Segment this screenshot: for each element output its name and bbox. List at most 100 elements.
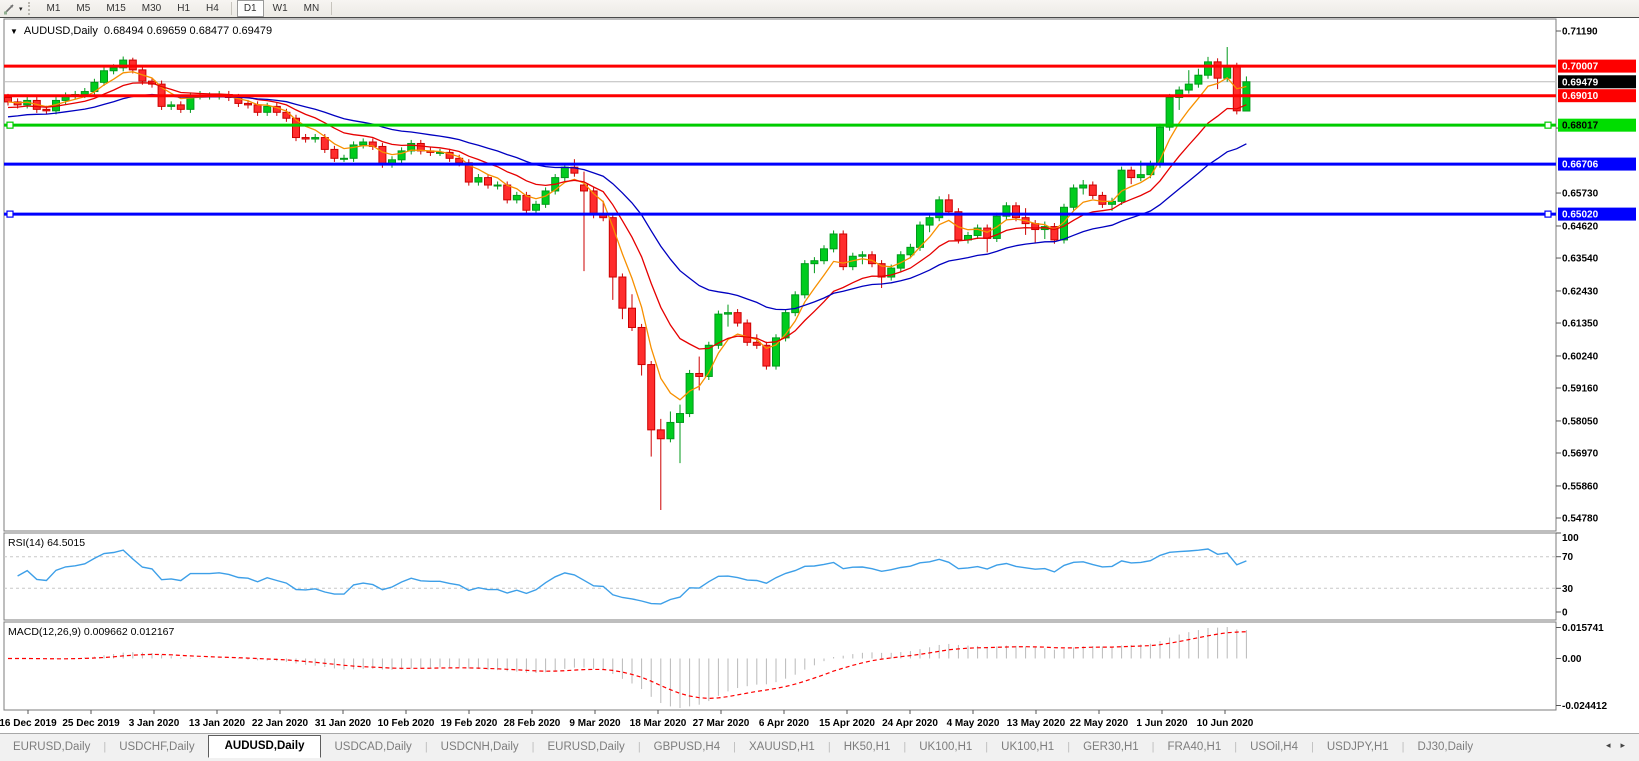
svg-text:100: 100 [1562, 533, 1579, 544]
svg-text:22 May 2020: 22 May 2020 [1070, 718, 1129, 729]
candle [1128, 170, 1135, 177]
hline-handle[interactable] [1545, 211, 1551, 217]
candle [1214, 62, 1221, 78]
toolbar-grip[interactable] [28, 2, 35, 15]
chart-tab-gbpusd-h4[interactable]: GBPUSD,H4 [641, 737, 733, 757]
svg-text:0.55860: 0.55860 [1562, 481, 1599, 492]
candle [245, 103, 252, 104]
chart-tab-hk50-h1[interactable]: HK50,H1 [831, 737, 904, 757]
chart-tab-uk100-h1[interactable]: UK100,H1 [988, 737, 1067, 757]
timeframe-button-m15[interactable]: M15 [99, 0, 132, 17]
candle [494, 185, 501, 186]
candle [657, 430, 664, 439]
rsi-indicator-label: RSI(14) 64.5015 [8, 537, 85, 549]
chart-tab-usdcad-daily[interactable]: USDCAD,Daily [321, 737, 424, 757]
timeframe-toolbar: ▾ M1M5M15M30H1H4 D1W1MN [0, 0, 1639, 18]
svg-text:0.70007: 0.70007 [1562, 62, 1599, 73]
timeframe-button-m30[interactable]: M30 [135, 0, 168, 17]
chart-tab-ger30-h1[interactable]: GER30,H1 [1070, 737, 1152, 757]
hline-handle[interactable] [7, 122, 13, 128]
svg-text:0.65730: 0.65730 [1562, 189, 1599, 200]
candle [1166, 97, 1173, 127]
candle [504, 185, 511, 200]
hline-handle[interactable] [1545, 122, 1551, 128]
svg-text:19 Feb 2020: 19 Feb 2020 [441, 718, 498, 729]
price-badge-0.68017: 0.68017 [1558, 119, 1636, 132]
svg-text:15 Apr 2020: 15 Apr 2020 [819, 718, 875, 729]
chart-area[interactable]: 0.711900.679200.657300.646200.635400.624… [0, 17, 1639, 733]
timeframe-button-w1[interactable]: W1 [266, 0, 295, 17]
svg-text:3 Jan 2020: 3 Jan 2020 [129, 718, 180, 729]
chart-tab-usoil-h4[interactable]: USOil,H4 [1237, 737, 1311, 757]
chart-tab-usdchf-daily[interactable]: USDCHF,Daily [106, 737, 207, 757]
svg-text:0.61350: 0.61350 [1562, 319, 1599, 330]
timeframe-button-d1[interactable]: D1 [237, 0, 264, 17]
chart-tab-usdcnh-daily[interactable]: USDCNH,Daily [428, 737, 532, 757]
timeframe-button-mn[interactable]: MN [297, 0, 327, 17]
svg-text:9 Mar 2020: 9 Mar 2020 [569, 718, 621, 729]
svg-text:1 Jun 2020: 1 Jun 2020 [1136, 718, 1188, 729]
toolbar-separator [231, 2, 232, 15]
timeframe-button-m1[interactable]: M1 [40, 0, 68, 17]
candle [533, 204, 540, 210]
tabbar-scroll-left[interactable]: ◂ [1606, 740, 1611, 751]
chart-tab-usdjpy-h1[interactable]: USDJPY,H1 [1314, 737, 1402, 757]
candle [1195, 75, 1202, 84]
svg-text:0.015741: 0.015741 [1562, 623, 1604, 634]
svg-text:0.68017: 0.68017 [1562, 121, 1599, 132]
hline-handle[interactable] [7, 211, 13, 217]
svg-text:0.58050: 0.58050 [1562, 416, 1599, 427]
tabbar-scroll-right[interactable]: ▸ [1620, 740, 1625, 751]
svg-text:70: 70 [1562, 552, 1574, 563]
candle [360, 142, 367, 145]
timeframe-button-h1[interactable]: H1 [170, 0, 197, 17]
chart-tab-xauusd-h1[interactable]: XAUUSD,H1 [736, 737, 828, 757]
candle [475, 178, 482, 182]
svg-text:0.59160: 0.59160 [1562, 384, 1599, 395]
timeframe-button-h4[interactable]: H4 [199, 0, 226, 17]
price-axis[interactable]: 0.711900.679200.657300.646200.635400.624… [1556, 27, 1636, 525]
svg-text:0.00: 0.00 [1562, 654, 1582, 665]
candle [907, 247, 914, 254]
svg-text:0.56970: 0.56970 [1562, 449, 1599, 460]
timeframe-button-m5[interactable]: M5 [69, 0, 97, 17]
chart-tab-audusd-daily[interactable]: AUDUSD,Daily [208, 735, 322, 758]
chart-symbol-label: AUDUSD,Daily [24, 25, 98, 37]
chart-collapse-icon[interactable]: ▼ [10, 27, 18, 36]
chart-tab-eurusd-daily[interactable]: EURUSD,Daily [534, 737, 637, 757]
candle [744, 323, 751, 342]
candle [302, 138, 309, 139]
candle [513, 195, 520, 199]
candle [523, 195, 530, 210]
candle [1224, 66, 1231, 78]
chart-tab-uk100-h1[interactable]: UK100,H1 [906, 737, 985, 757]
candle [840, 234, 847, 267]
candle [821, 249, 828, 261]
candle [341, 158, 348, 159]
candle [667, 422, 674, 438]
candle [177, 105, 184, 109]
cursor-tool-icon [3, 2, 16, 15]
svg-text:0: 0 [1562, 608, 1568, 619]
chart-tab-dj30-daily[interactable]: DJ30,Daily [1405, 737, 1487, 757]
candle [1185, 84, 1192, 90]
candle [753, 342, 760, 345]
cursor-tool-button[interactable]: ▾ [0, 1, 26, 16]
candle [561, 167, 568, 177]
chart-tab-eurusd-daily[interactable]: EURUSD,Daily [0, 737, 103, 757]
date-axis[interactable]: 16 Dec 201925 Dec 20193 Jan 202013 Jan 2… [0, 710, 1254, 729]
candle [619, 277, 626, 308]
candle [1137, 175, 1144, 178]
svg-text:0.69479: 0.69479 [1562, 77, 1599, 88]
svg-text:0.66706: 0.66706 [1562, 160, 1599, 171]
svg-text:13 May 2020: 13 May 2020 [1007, 718, 1066, 729]
chart-tab-fra40-h1[interactable]: FRA40,H1 [1155, 737, 1235, 757]
candle [321, 138, 328, 150]
candle [734, 313, 741, 323]
svg-text:6 Apr 2020: 6 Apr 2020 [759, 718, 810, 729]
chart-canvas[interactable]: 0.711900.679200.657300.646200.635400.624… [0, 17, 1639, 733]
pane-borders [0, 18, 1639, 711]
candle [542, 191, 549, 204]
candle [264, 106, 271, 112]
candle [859, 255, 866, 256]
